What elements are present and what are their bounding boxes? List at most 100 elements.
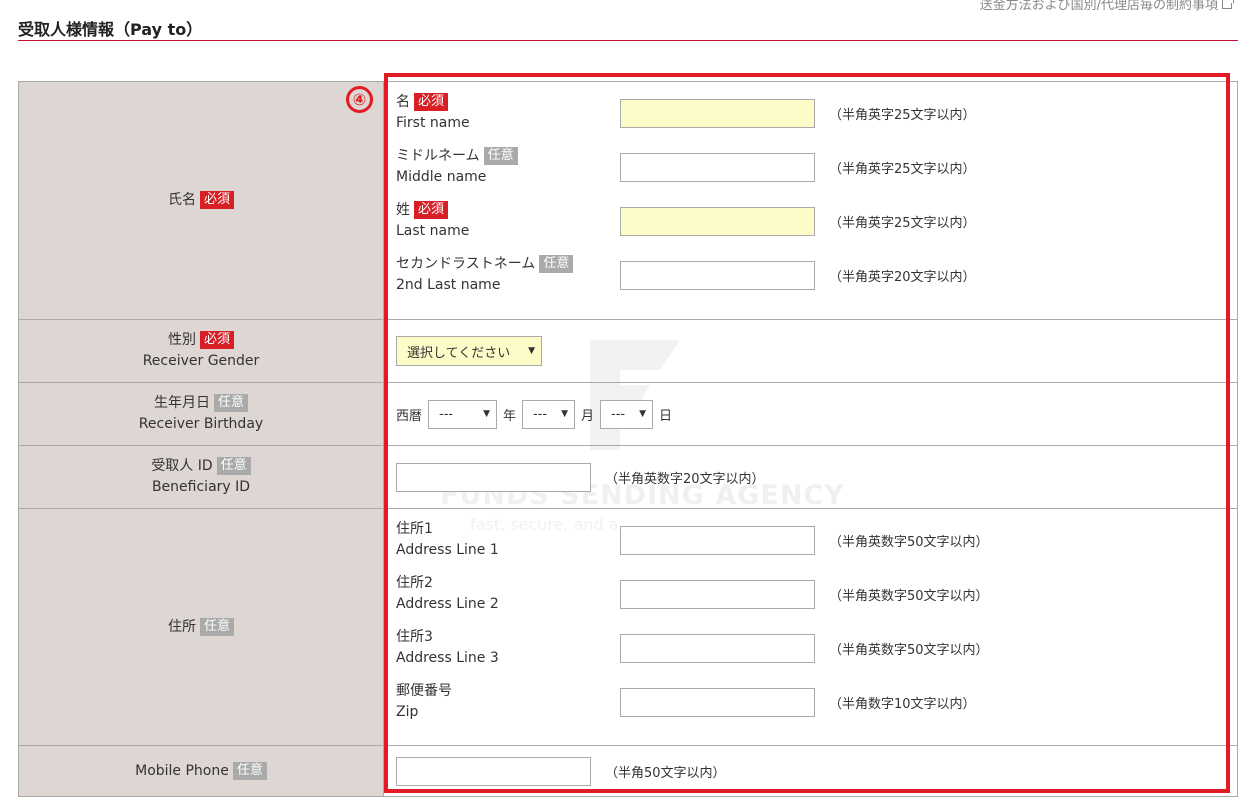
beneficiary-label-jp: 受取人 ID [151, 458, 213, 474]
address-line-3-group: 住所3 Address Line 3 （半角英数字50文字以内） [396, 621, 1237, 675]
address-line-1-group: 住所1 Address Line 1 （半角英数字50文字以内） [396, 513, 1237, 567]
beneficiary-row: 受取人 ID 任意 Beneficiary ID （半角英数字20文字以内） [18, 446, 1238, 509]
mobile-phone-hint: （半角50文字以内） [605, 765, 726, 781]
optional-badge: 任意 [232, 761, 267, 780]
gender-label-cell: 性別 必須 Receiver Gender [19, 320, 384, 382]
chevron-down-icon: ▼ [639, 409, 647, 419]
address-label-cell: 住所 任意 [19, 509, 384, 745]
first-name-label-en: First name [396, 115, 470, 131]
zip-input[interactable] [620, 687, 815, 717]
address-row: 住所 任意 住所1 Address Line 1 （半角英数字50文字以内） 住所… [18, 509, 1238, 746]
mobile-label-cell: Mobile Phone 任意 [19, 746, 384, 796]
middle-name-label-jp: ミドルネーム [396, 148, 480, 164]
beneficiary-id-hint: （半角英数字20文字以内） [605, 471, 765, 487]
chevron-down-icon: ▼ [483, 409, 491, 419]
zip-label-jp: 郵便番号 [396, 683, 452, 699]
birthday-label-jp: 生年月日 [153, 395, 210, 411]
section-title: 受取人様情報（Pay to） [18, 20, 203, 39]
required-badge: 必須 [414, 201, 449, 219]
external-link-icon [1222, 0, 1234, 9]
year-unit: 年 [503, 408, 517, 424]
address-label: 住所 [167, 618, 196, 635]
required-badge: 必須 [199, 331, 234, 349]
optional-badge: 任意 [216, 457, 251, 475]
last-name-input[interactable] [620, 206, 815, 236]
required-badge: 必須 [414, 93, 449, 111]
birth-year-select[interactable]: --- ▼ [428, 399, 498, 429]
birth-month-value: --- [533, 406, 548, 422]
beneficiary-value-cell: （半角英数字20文字以内） [384, 446, 1237, 508]
gender-select-value: 選択してください [407, 345, 511, 361]
address-line-1-input[interactable] [620, 525, 815, 555]
mobile-phone-input[interactable] [396, 756, 591, 786]
last-name-label-en: Last name [396, 223, 470, 239]
optional-badge: 任意 [199, 617, 234, 636]
middle-name-input[interactable] [620, 152, 815, 182]
month-unit: 月 [581, 408, 595, 424]
address-line-2-hint: （半角英数字50文字以内） [829, 588, 989, 604]
restrictions-link-label: 送金方法および国別/代理店毎の制約事項 [979, 0, 1218, 13]
receiver-info-form: 氏名 必須 名必須 First name （半角英字25文字以内） ミドルネーム任… [18, 81, 1238, 797]
middle-name-hint: （半角英字25文字以内） [829, 161, 976, 177]
beneficiary-id-input[interactable] [396, 462, 591, 492]
address-line-3-input[interactable] [620, 633, 815, 663]
birth-month-select[interactable]: --- ▼ [522, 399, 576, 429]
last-name-group: 姓必須 Last name （半角英字25文字以内） [396, 194, 1237, 248]
name-label: 氏名 [167, 192, 196, 208]
chevron-down-icon: ▼ [528, 346, 535, 356]
second-last-name-label-jp: セカンドラストネーム [396, 256, 536, 272]
address-line-1-label-jp: 住所1 [396, 521, 433, 537]
gender-value-cell: 選択してください ▼ [384, 320, 1237, 382]
name-value-cell: 名必須 First name （半角英字25文字以内） ミドルネーム 任意 Mid… [384, 82, 1237, 319]
gender-select[interactable]: 選択してください ▼ [396, 336, 542, 366]
address-line-2-label-jp: 住所2 [396, 575, 433, 591]
era-label: 西暦 [396, 408, 423, 424]
name-row: 氏名 必須 名必須 First name （半角英字25文字以内） ミドルネーム任… [18, 82, 1238, 320]
birth-day-select[interactable]: --- ▼ [600, 399, 654, 429]
first-name-input[interactable] [620, 98, 815, 128]
chevron-down-icon: ▼ [561, 409, 569, 419]
restrictions-link[interactable]: 送金方法および国別/代理店毎の制約事項 [979, 0, 1234, 13]
zip-hint: （半角数字10文字以内） [829, 696, 976, 712]
birth-day-value: --- [611, 406, 626, 422]
gender-row: 性別 必須 Receiver Gender 選択してください ▼ [18, 320, 1238, 383]
second-last-name-input[interactable] [620, 260, 815, 290]
second-last-name-label-en: 2nd Last name [396, 277, 501, 293]
middle-name-group: ミドルネーム 任意 Middle name （半角英字25文字以内） [396, 140, 1237, 194]
first-name-group: 名必須 First name （半角英字25文字以内） [396, 86, 1237, 140]
address-value-cell: 住所1 Address Line 1 （半角英数字50文字以内） 住所2 Add… [384, 509, 1237, 745]
address-line-1-hint: （半角英数字50文字以内） [829, 534, 989, 550]
birthday-value-cell: 西暦 --- ▼ 年 --- ▼ 月 --- ▼ 日 [384, 383, 1237, 445]
address-line-2-group: 住所2 Address Line 2 （半角英数字50文字以内） [396, 567, 1237, 621]
address-line-3-label-jp: 住所3 [396, 629, 433, 645]
address-line-2-input[interactable] [620, 579, 815, 609]
second-last-name-group: セカンドラストネーム 任意 2nd Last name （半角英字20文字以内） [396, 248, 1237, 302]
gender-label-en: Receiver Gender [142, 353, 260, 369]
address-line-1-label-en: Address Line 1 [396, 542, 499, 558]
mobile-value-cell: （半角50文字以内） [384, 746, 1237, 796]
last-name-label-jp: 姓 [396, 202, 410, 218]
mobile-label: Mobile Phone [135, 762, 229, 779]
birthday-row: 生年月日 任意 Receiver Birthday 西暦 --- ▼ 年 --- … [18, 383, 1238, 446]
required-badge: 必須 [199, 191, 234, 209]
birthday-label-cell: 生年月日 任意 Receiver Birthday [19, 383, 384, 445]
second-last-name-hint: （半角英字20文字以内） [829, 269, 976, 285]
zip-group: 郵便番号 Zip （半角数字10文字以内） [396, 675, 1237, 729]
zip-label-en: Zip [396, 704, 419, 720]
gender-label-jp: 性別 [167, 332, 196, 348]
title-divider [18, 40, 1238, 41]
first-name-label-jp: 名 [396, 94, 410, 110]
beneficiary-label-cell: 受取人 ID 任意 Beneficiary ID [19, 446, 384, 508]
first-name-hint: （半角英字25文字以内） [829, 107, 976, 123]
day-unit: 日 [659, 408, 673, 424]
step-number-badge: ④ [346, 86, 373, 113]
optional-badge: 任意 [539, 255, 574, 273]
last-name-hint: （半角英字25文字以内） [829, 215, 976, 231]
birthday-label-en: Receiver Birthday [138, 416, 264, 432]
mobile-row: Mobile Phone 任意 （半角50文字以内） [18, 746, 1238, 797]
optional-badge: 任意 [213, 394, 248, 412]
beneficiary-label-en: Beneficiary ID [151, 479, 251, 495]
name-label-cell: 氏名 必須 [19, 82, 384, 319]
middle-name-label-en: Middle name [396, 169, 487, 185]
birth-year-value: --- [439, 406, 454, 422]
